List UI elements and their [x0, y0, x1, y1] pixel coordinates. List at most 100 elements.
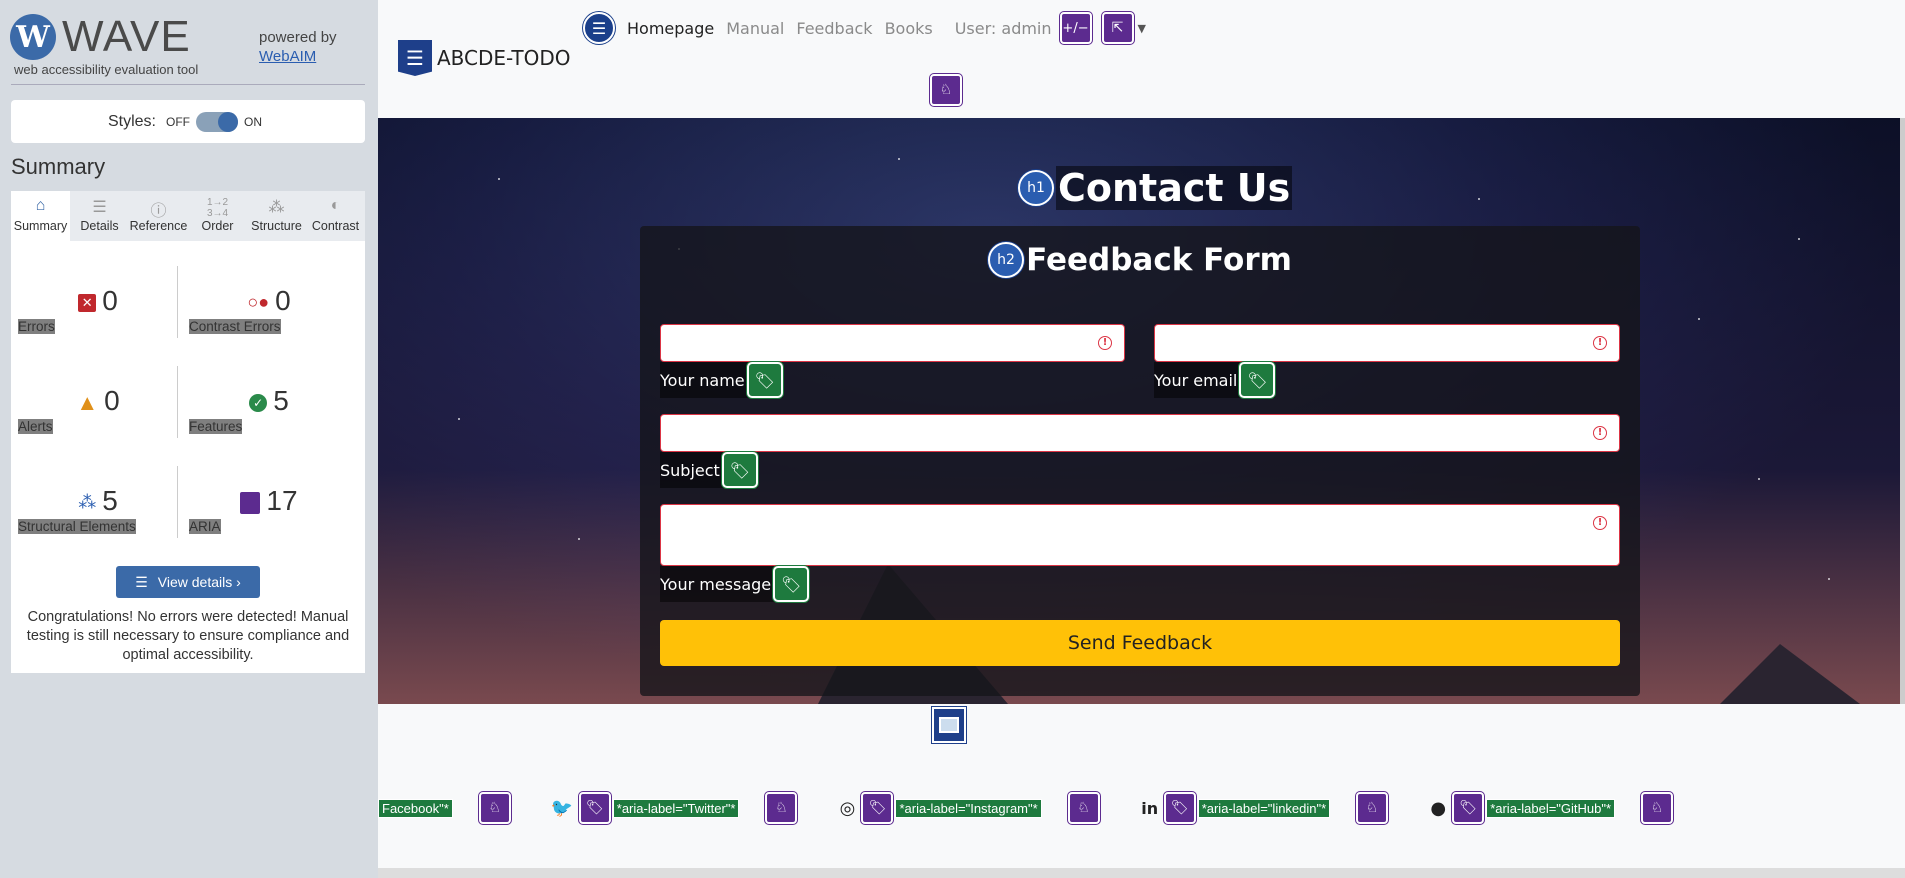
- tab-reference[interactable]: ⓘ Reference: [129, 191, 188, 241]
- contrast-errors-stat[interactable]: ○● 0 Contrast Errors: [189, 285, 349, 334]
- warning-icon: !: [1098, 336, 1112, 350]
- tab-order[interactable]: 1→2 3→4 Order: [188, 191, 247, 241]
- h2-badge-icon: h2: [988, 242, 1025, 278]
- menu-icon: ☰: [398, 40, 432, 76]
- tag-icon: 🏷: [861, 792, 894, 824]
- text-size-button[interactable]: +/−: [1059, 12, 1092, 44]
- list-icon: ☰: [92, 199, 107, 216]
- subject-field[interactable]: !: [660, 414, 1620, 452]
- view-details-button[interactable]: ☰ View details ›: [116, 566, 260, 598]
- tag-icon: 🏷: [1239, 362, 1276, 398]
- contrast-icon: ◐: [330, 197, 341, 214]
- brand-link[interactable]: ☰ ABCDE-TODO: [398, 40, 571, 76]
- h1-badge-icon: h1: [1018, 170, 1054, 206]
- styles-toggle[interactable]: [196, 111, 238, 132]
- webaim-link[interactable]: WebAIM: [259, 47, 337, 66]
- info-icon: ⓘ: [150, 203, 167, 220]
- warning-icon: !: [1593, 336, 1607, 350]
- wave-tabs: ⌂ Summary ☰ Details ⓘ Reference 1→2 3→4 Order…: [11, 191, 365, 241]
- nav-feedback[interactable]: Feedback: [796, 19, 872, 38]
- heading-1: h1 Contact Us: [1018, 166, 1293, 210]
- styles-label: Styles:: [107, 112, 156, 130]
- github-icon[interactable]: ●: [1428, 798, 1448, 819]
- email-label-text: Your email: [1154, 370, 1238, 390]
- github-aria-label: *aria-label="GitHub"*: [1486, 798, 1616, 818]
- aria-icon: ♘: [930, 74, 962, 106]
- nav-books[interactable]: Books: [885, 19, 933, 38]
- contrast-errors-label: Contrast Errors: [189, 319, 281, 334]
- message-field[interactable]: !: [660, 504, 1620, 566]
- scrollbar[interactable]: [1900, 118, 1905, 704]
- aria-icon: ♘: [1356, 792, 1389, 824]
- congrats-message: Congratulations! No errors were detected…: [26, 609, 350, 663]
- errors-stat[interactable]: ✕ 0 Errors: [18, 285, 178, 334]
- subject-label-text: Subject: [660, 460, 720, 480]
- tab-summary[interactable]: ⌂ Summary: [11, 191, 70, 241]
- nav-manual[interactable]: Manual: [726, 19, 784, 38]
- tag-icon: 🏷: [773, 566, 810, 602]
- alerts-label: Alerts: [18, 419, 53, 434]
- main-nav: ☰ Homepage Manual Feedback Books User: a…: [583, 12, 1146, 44]
- tag-icon: 🏷: [1452, 792, 1485, 824]
- aria-stat[interactable]: 17 ARIA: [189, 485, 349, 534]
- structural-stat[interactable]: ⁂ 5 Structural Elements: [18, 485, 178, 534]
- errors-label: Errors: [18, 319, 55, 334]
- twitter-icon[interactable]: 🐦: [551, 798, 573, 819]
- send-feedback-button[interactable]: Send Feedback: [660, 620, 1620, 666]
- home-icon: ⌂: [35, 197, 46, 214]
- message-label: Your message 🏷: [660, 566, 810, 602]
- aria-icon: ♘: [1067, 792, 1100, 824]
- name-label: Your name 🏷: [660, 362, 783, 398]
- linkedin-icon[interactable]: in: [1140, 799, 1160, 818]
- name-field[interactable]: !: [660, 324, 1125, 362]
- features-stat[interactable]: ✓ 5 Features: [189, 385, 349, 434]
- styles-on-label: ON: [244, 114, 262, 129]
- message-label-text: Your message: [660, 574, 772, 594]
- wave-tagline: web accessibility evaluation tool: [14, 62, 199, 77]
- alert-icon: ▲: [76, 389, 99, 415]
- features-count: 5: [273, 385, 289, 416]
- heading-2: h2 Feedback Form: [640, 242, 1640, 278]
- styles-toggle-panel: Styles: OFF ON: [11, 100, 365, 143]
- structural-label: Structural Elements: [18, 519, 136, 534]
- powered-by: powered by WebAIM: [259, 28, 337, 66]
- tab-contrast[interactable]: ◐ Contrast: [306, 191, 365, 241]
- wave-sidebar: W WAVE web accessibility evaluation tool…: [0, 0, 378, 878]
- tag-icon: 🏷: [1163, 792, 1196, 824]
- feature-check-icon: ✓: [249, 393, 268, 412]
- features-label: Features: [189, 419, 243, 434]
- styles-off-label: OFF: [166, 114, 190, 129]
- tab-label: Details: [80, 219, 119, 233]
- tab-label: Reference: [129, 219, 188, 233]
- tab-label: Contrast: [311, 219, 360, 233]
- warning-icon: !: [1593, 516, 1607, 530]
- linkedin-aria-label: *aria-label="linkedin"*: [1197, 798, 1331, 818]
- aria-icon: [240, 491, 261, 514]
- contrast-error-icon: ○●: [247, 292, 270, 313]
- tab-structure[interactable]: ⁂ Structure: [247, 191, 306, 241]
- structure-icon: ⁂: [78, 492, 97, 513]
- instagram-aria-label: *aria-label="Instagram"*: [895, 798, 1042, 818]
- error-icon: ✕: [78, 293, 97, 312]
- nav-homepage[interactable]: Homepage: [627, 19, 714, 38]
- tab-label: Order: [201, 219, 234, 233]
- wave-logo[interactable]: W WAVE: [10, 12, 191, 62]
- aria-icon: ♘: [478, 792, 511, 824]
- email-field[interactable]: !: [1154, 324, 1620, 362]
- alerts-count: 0: [104, 385, 120, 416]
- instagram-icon[interactable]: ◎: [837, 798, 857, 819]
- hero-section: h1 Contact Us h2 Feedback Form ! Your na…: [378, 118, 1900, 704]
- page-title: Contact Us: [1056, 166, 1293, 210]
- errors-count: 0: [102, 285, 118, 316]
- popup-icon[interactable]: ⇱: [1101, 12, 1134, 44]
- social-links: Facebook"* ♘ 🐦 🏷 *aria-label="Twitter"* …: [378, 791, 1674, 825]
- aria-icon: ♘: [1641, 792, 1674, 824]
- chevron-down-icon[interactable]: ▼: [1138, 22, 1146, 35]
- facebook-aria-label: Facebook"*: [378, 798, 453, 818]
- feedback-card: h2 Feedback Form ! Your name 🏷 ! Your ema…: [640, 226, 1640, 696]
- form-title: Feedback Form: [1026, 242, 1292, 278]
- view-details-label: View details ›: [157, 574, 241, 590]
- warning-icon: !: [1593, 426, 1607, 440]
- alerts-stat[interactable]: ▲ 0 Alerts: [18, 385, 178, 434]
- tab-details[interactable]: ☰ Details: [70, 191, 129, 241]
